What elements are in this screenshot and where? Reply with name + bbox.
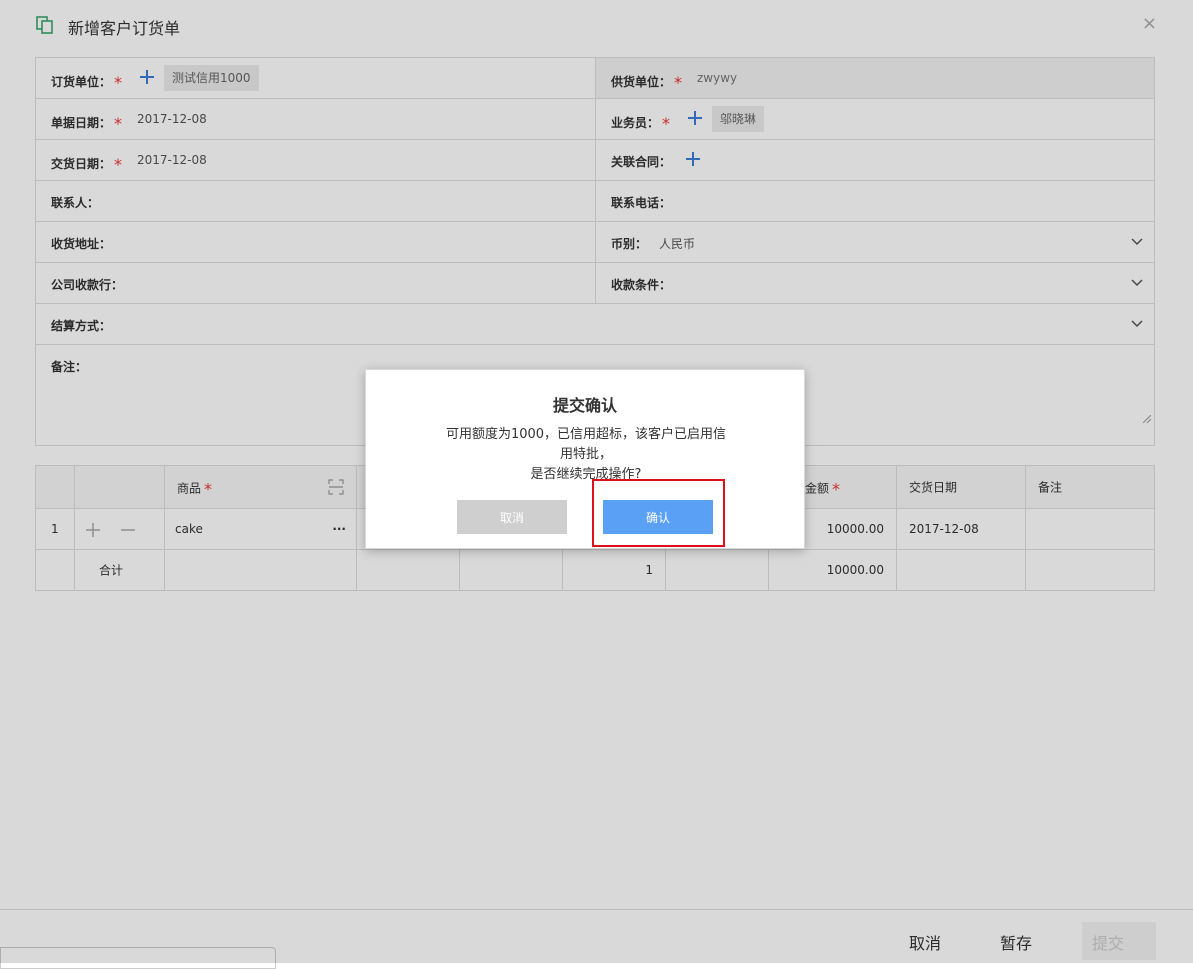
dialog-message: 可用额度为1000，已信用超标，该客户已启用信 用特批， 是否继续完成操作? (445, 427, 727, 482)
dialog-cancel-button[interactable]: 取消 (457, 500, 567, 534)
highlight-box (592, 479, 725, 547)
dialog-title: 提交确认 (552, 396, 617, 415)
confirm-dialog: 提交确认 可用额度为1000，已信用超标，该客户已启用信 用特批， 是否继续完成… (365, 369, 805, 549)
